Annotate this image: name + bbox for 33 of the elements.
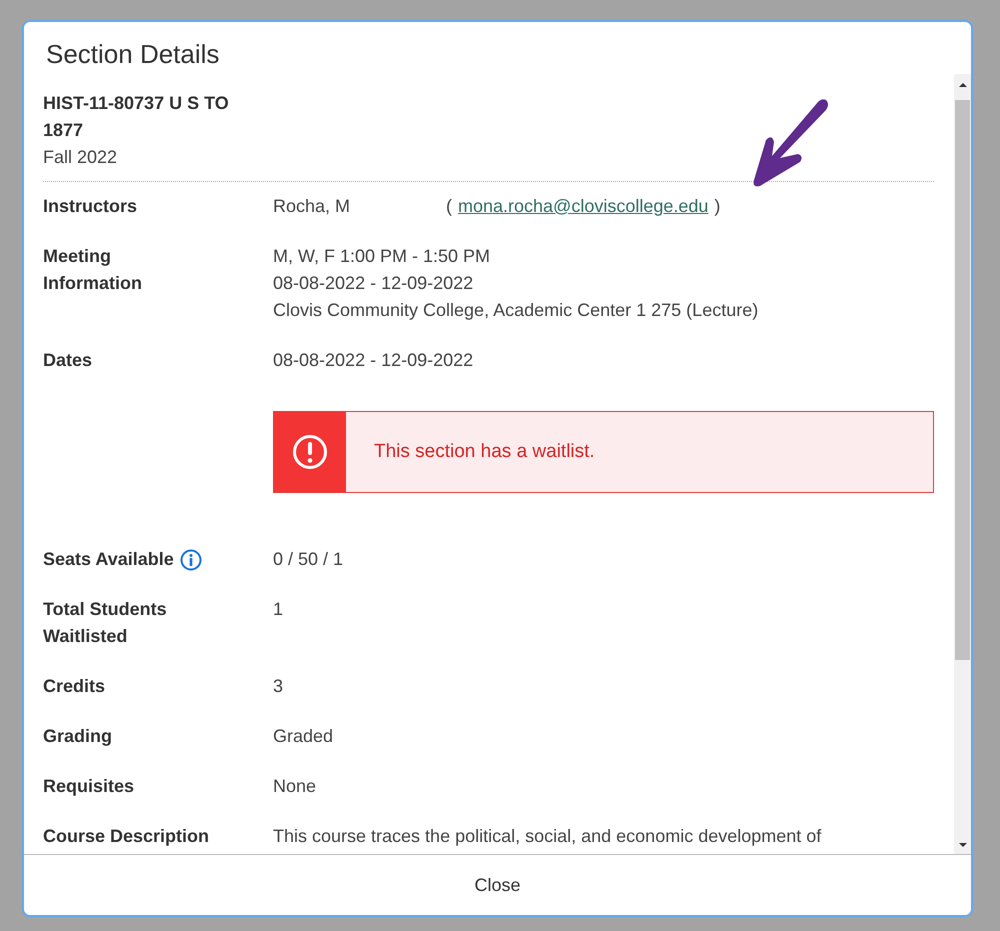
info-icon[interactable] (180, 548, 202, 570)
paren-open: ( (446, 195, 452, 218)
paren-close: ) (714, 195, 720, 218)
detail-value: 3 (273, 676, 284, 696)
meeting-line: 08-08-2022 - 12-09-2022 (273, 272, 474, 295)
dialog-title: Section Details (45, 38, 220, 71)
detail-value: Graded (273, 726, 334, 746)
detail-label: Credits (43, 675, 106, 698)
detail-label: Grading (43, 725, 112, 748)
scrollbar[interactable] (954, 74, 971, 854)
detail-label: Dates (43, 349, 92, 372)
detail-value: None (273, 776, 316, 796)
detail-label: Meeting Information (43, 245, 143, 295)
course-title: HIST-11-80737 U S TO 1877 (43, 92, 230, 142)
alert-message: This section has a waitlist. (374, 441, 595, 463)
detail-value: This course traces the political, social, and economic development of (273, 826, 822, 846)
exclamation-icon (292, 434, 328, 470)
detail-label: Course Description (43, 825, 210, 848)
scroll-up-icon[interactable] (958, 82, 968, 88)
close-button[interactable]: Close (462, 868, 533, 902)
email-link[interactable]: mona.rocha@cloviscollege.edu (458, 193, 708, 220)
detail-label: Total Students Waitlisted (43, 598, 168, 648)
detail-value: 1 (273, 599, 284, 619)
detail-label: Instructors (43, 195, 138, 218)
course-term: Fall 2022 (43, 146, 118, 169)
meeting-line: M, W, F 1:00 PM - 1:50 PM (273, 245, 492, 268)
instructor-name: Rocha, M (273, 195, 352, 218)
detail-label: Seats Available (43, 548, 174, 571)
detail-label: Requisites (43, 775, 134, 798)
scroll-down-icon[interactable] (958, 842, 968, 848)
detail-value: 0 / 50 / 1 (273, 549, 344, 569)
meeting-line: Clovis Community College, Academic Center 1 275 (Lecture) (273, 299, 760, 322)
detail-value: 08-08-2022 - 12-09-2022 (273, 350, 474, 370)
